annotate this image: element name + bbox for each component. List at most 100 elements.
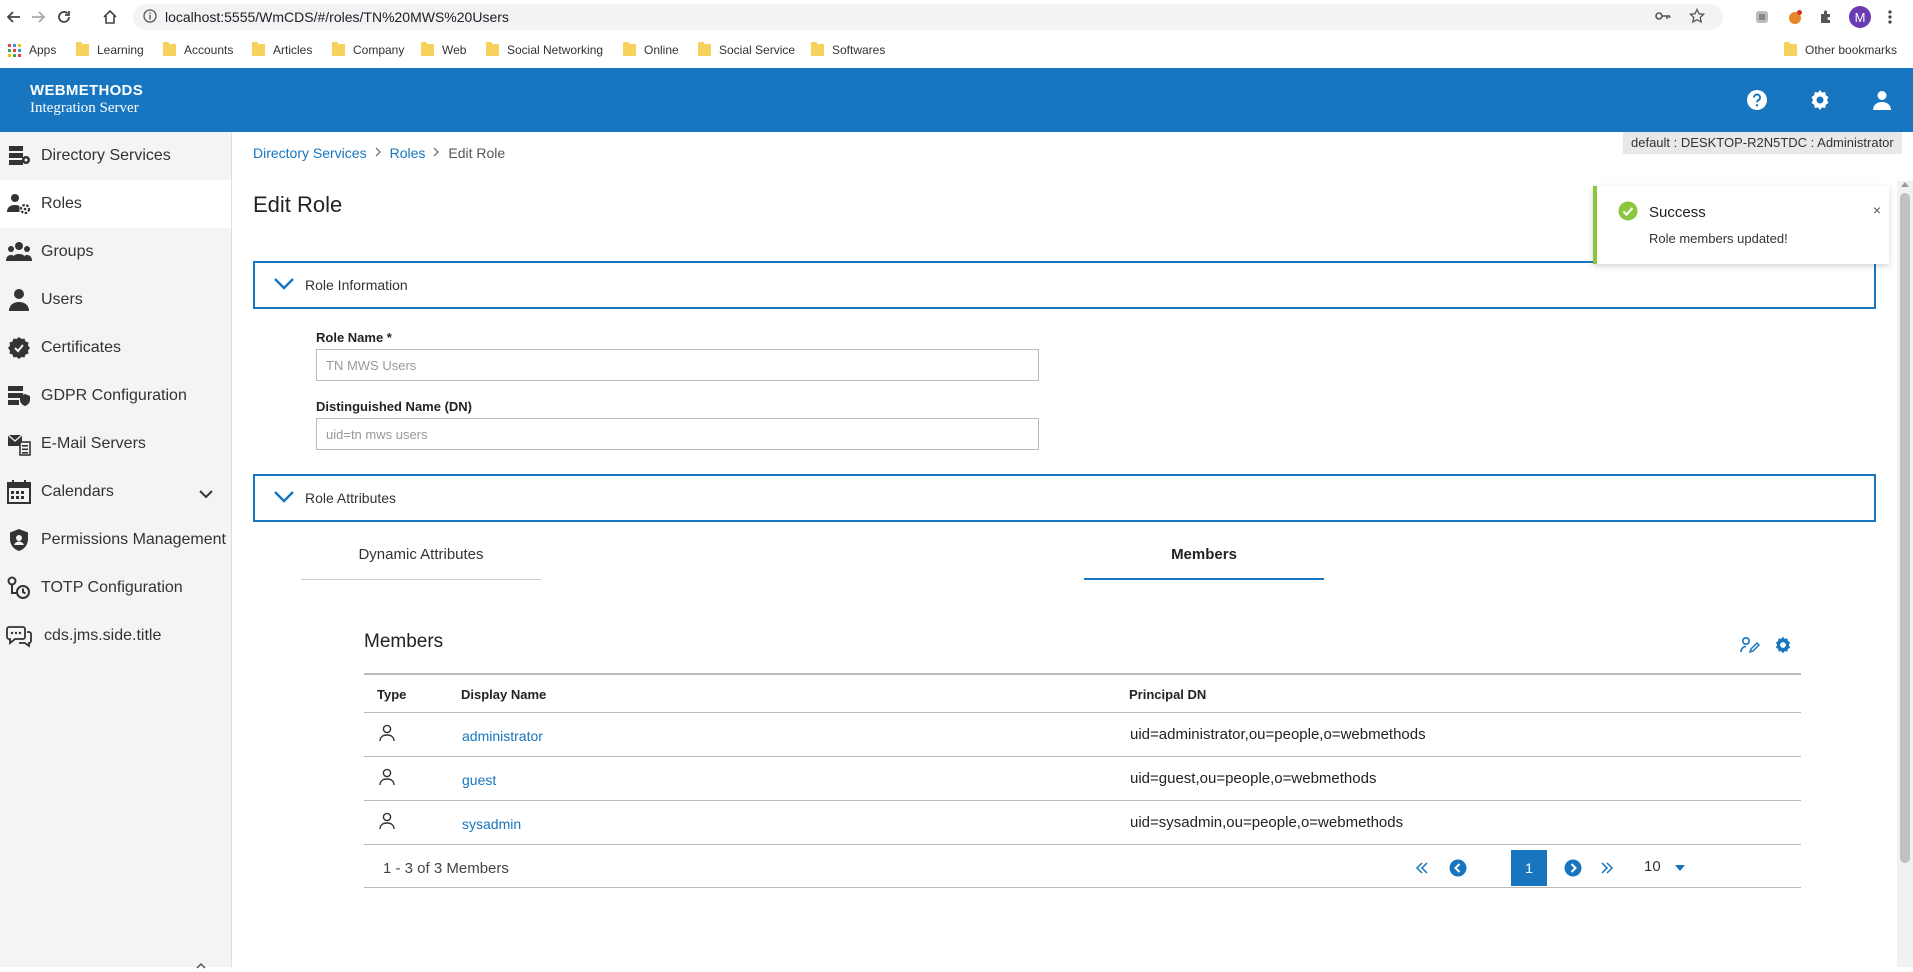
breadcrumb-link-roles[interactable]: Roles — [390, 145, 426, 161]
sidebar-item-label: Calendars — [41, 483, 114, 500]
section-title: Role Information — [305, 277, 408, 293]
column-header-principal-dn[interactable]: Principal DN — [1129, 687, 1206, 702]
site-info-icon[interactable] — [143, 9, 157, 28]
bookmark-other[interactable]: Other bookmarks — [1784, 41, 1897, 59]
extension-fox-icon[interactable] — [1785, 7, 1805, 27]
tab-members[interactable]: Members — [1084, 536, 1324, 580]
help-icon[interactable] — [1745, 88, 1769, 112]
current-page-button[interactable]: 1 — [1511, 850, 1547, 886]
caret-down-icon — [1674, 865, 1685, 871]
edit-members-icon[interactable] — [1739, 634, 1761, 656]
role-name-field[interactable]: TN MWS Users — [316, 349, 1039, 381]
sidebar-item-roles[interactable]: Roles — [0, 180, 231, 228]
scroll-up-icon[interactable] — [1901, 182, 1909, 187]
sidebar-item-groups[interactable]: Groups — [0, 228, 231, 276]
brand-name: WEBMETHODS — [30, 82, 143, 99]
collapse-chevron-icon[interactable] — [196, 958, 206, 972]
bookmark-softwares[interactable]: Softwares — [811, 41, 885, 59]
sidebar-item-totp-configuration[interactable]: TOTP Configuration — [0, 564, 231, 612]
address-bar[interactable]: localhost:5555/WmCDS/#/roles/TN%20MWS%20… — [133, 4, 1723, 30]
toast-title: Success — [1649, 204, 1706, 221]
pagination: 1 - 3 of 3 Members 1 10 — [364, 848, 1801, 888]
scrollbar-thumb[interactable] — [1900, 193, 1910, 863]
bookmark-company[interactable]: Company — [332, 41, 404, 59]
chat-icon — [6, 624, 32, 648]
folder-icon — [163, 42, 176, 56]
extensions-puzzle-icon[interactable] — [1816, 7, 1836, 27]
server-context-label: default : DESKTOP-R2N5TDC : Administrato… — [1623, 132, 1902, 154]
reload-icon[interactable] — [54, 7, 74, 27]
page-size-select[interactable]: 10 — [1644, 858, 1685, 875]
breadcrumb-link-directory-services[interactable]: Directory Services — [253, 145, 367, 161]
home-icon[interactable] — [100, 7, 120, 27]
user-type-icon — [378, 812, 396, 835]
bookmark-web[interactable]: Web — [421, 41, 466, 59]
settings-gear-icon[interactable] — [1808, 88, 1832, 112]
column-header-type[interactable]: Type — [377, 687, 406, 702]
groups-icon — [6, 240, 32, 264]
sidebar-item-email-servers[interactable]: E-Mail Servers — [0, 420, 231, 468]
sidebar-item-users[interactable]: Users — [0, 276, 231, 324]
sidebar-item-permissions-management[interactable]: Permissions Management — [0, 516, 231, 564]
folder-icon — [1784, 42, 1797, 56]
folder-icon — [486, 42, 499, 56]
sidebar-item-directory-services[interactable]: Directory Services — [0, 132, 231, 180]
bookmark-label: Apps — [29, 43, 57, 57]
certificate-icon — [6, 336, 32, 360]
member-name-link[interactable]: guest — [462, 772, 496, 788]
profile-avatar[interactable]: M — [1849, 6, 1871, 28]
sidebar-item-certificates[interactable]: Certificates — [0, 324, 231, 372]
sidebar-item-calendars[interactable]: Calendars — [0, 468, 231, 516]
role-attributes-header[interactable]: Role Attributes — [253, 474, 1876, 522]
column-header-display-name[interactable]: Display Name — [461, 687, 546, 702]
member-name-link[interactable]: administrator — [462, 728, 543, 744]
browser-menu-icon[interactable] — [1880, 7, 1900, 27]
members-settings-gear-icon[interactable] — [1772, 634, 1794, 656]
previous-page-icon[interactable] — [1448, 858, 1468, 878]
sidebar-item-label: cds.jms.side.title — [44, 627, 162, 644]
user-account-icon[interactable] — [1870, 88, 1894, 112]
folder-icon — [252, 42, 265, 56]
last-page-icon[interactable] — [1597, 858, 1617, 878]
role-information-header[interactable]: Role Information — [253, 261, 1876, 309]
sidebar-item-gdpr-configuration[interactable]: GDPR Configuration — [0, 372, 231, 420]
key-icon[interactable] — [1655, 9, 1671, 28]
bookmark-accounts[interactable]: Accounts — [163, 41, 233, 59]
table-row[interactable]: sysadmin uid=sysadmin,ou=people,o=webmet… — [364, 801, 1801, 845]
brand-product: Integration Server — [30, 100, 139, 116]
bookmark-social-networking[interactable]: Social Networking — [486, 41, 603, 59]
next-page-icon[interactable] — [1563, 858, 1583, 878]
first-page-icon[interactable] — [1412, 858, 1432, 878]
bookmark-social-service[interactable]: Social Service — [698, 41, 795, 59]
page-title: Edit Role — [253, 192, 343, 217]
member-name-link[interactable]: sysadmin — [462, 816, 521, 832]
extension-icon[interactable] — [1752, 7, 1772, 27]
table-row[interactable]: guest uid=guest,ou=people,o=webmethods — [364, 757, 1801, 801]
page-scrollbar[interactable] — [1897, 181, 1913, 967]
app-header: WEBMETHODS Integration Server — [0, 68, 1913, 132]
bookmark-learning[interactable]: Learning — [76, 41, 144, 59]
bookmark-apps[interactable]: Apps — [8, 41, 56, 59]
url-text[interactable]: localhost:5555/WmCDS/#/roles/TN%20MWS%20… — [165, 9, 509, 25]
chevron-down-icon[interactable] — [199, 486, 213, 504]
bookmark-label: Company — [353, 43, 405, 57]
pagination-count: 1 - 3 of 3 Members — [383, 860, 509, 877]
sidebar-item-cds-jms[interactable]: cds.jms.side.title — [0, 612, 231, 660]
tab-dynamic-attributes[interactable]: Dynamic Attributes — [301, 536, 541, 580]
sidebar-item-label: TOTP Configuration — [41, 579, 183, 596]
address-row: localhost:5555/WmCDS/#/roles/TN%20MWS%20… — [0, 0, 1913, 34]
close-icon[interactable]: × — [1873, 202, 1881, 218]
brand-logo[interactable]: WEBMETHODS Integration Server — [30, 82, 143, 117]
table-row[interactable]: administrator uid=administrator,ou=peopl… — [364, 713, 1801, 757]
bookmark-label: Web — [442, 43, 467, 57]
bookmark-articles[interactable]: Articles — [252, 41, 312, 59]
breadcrumb-current: Edit Role — [448, 145, 506, 161]
forward-icon[interactable] — [28, 7, 48, 27]
bookmark-star-icon[interactable] — [1688, 7, 1706, 29]
back-icon[interactable] — [4, 7, 24, 27]
bookmark-online[interactable]: Online — [623, 41, 679, 59]
sidebar-item-label: Certificates — [41, 339, 122, 356]
bookmark-label: Online — [644, 43, 679, 57]
dn-field[interactable]: uid=tn mws users — [316, 418, 1039, 450]
calendar-icon — [6, 480, 32, 504]
